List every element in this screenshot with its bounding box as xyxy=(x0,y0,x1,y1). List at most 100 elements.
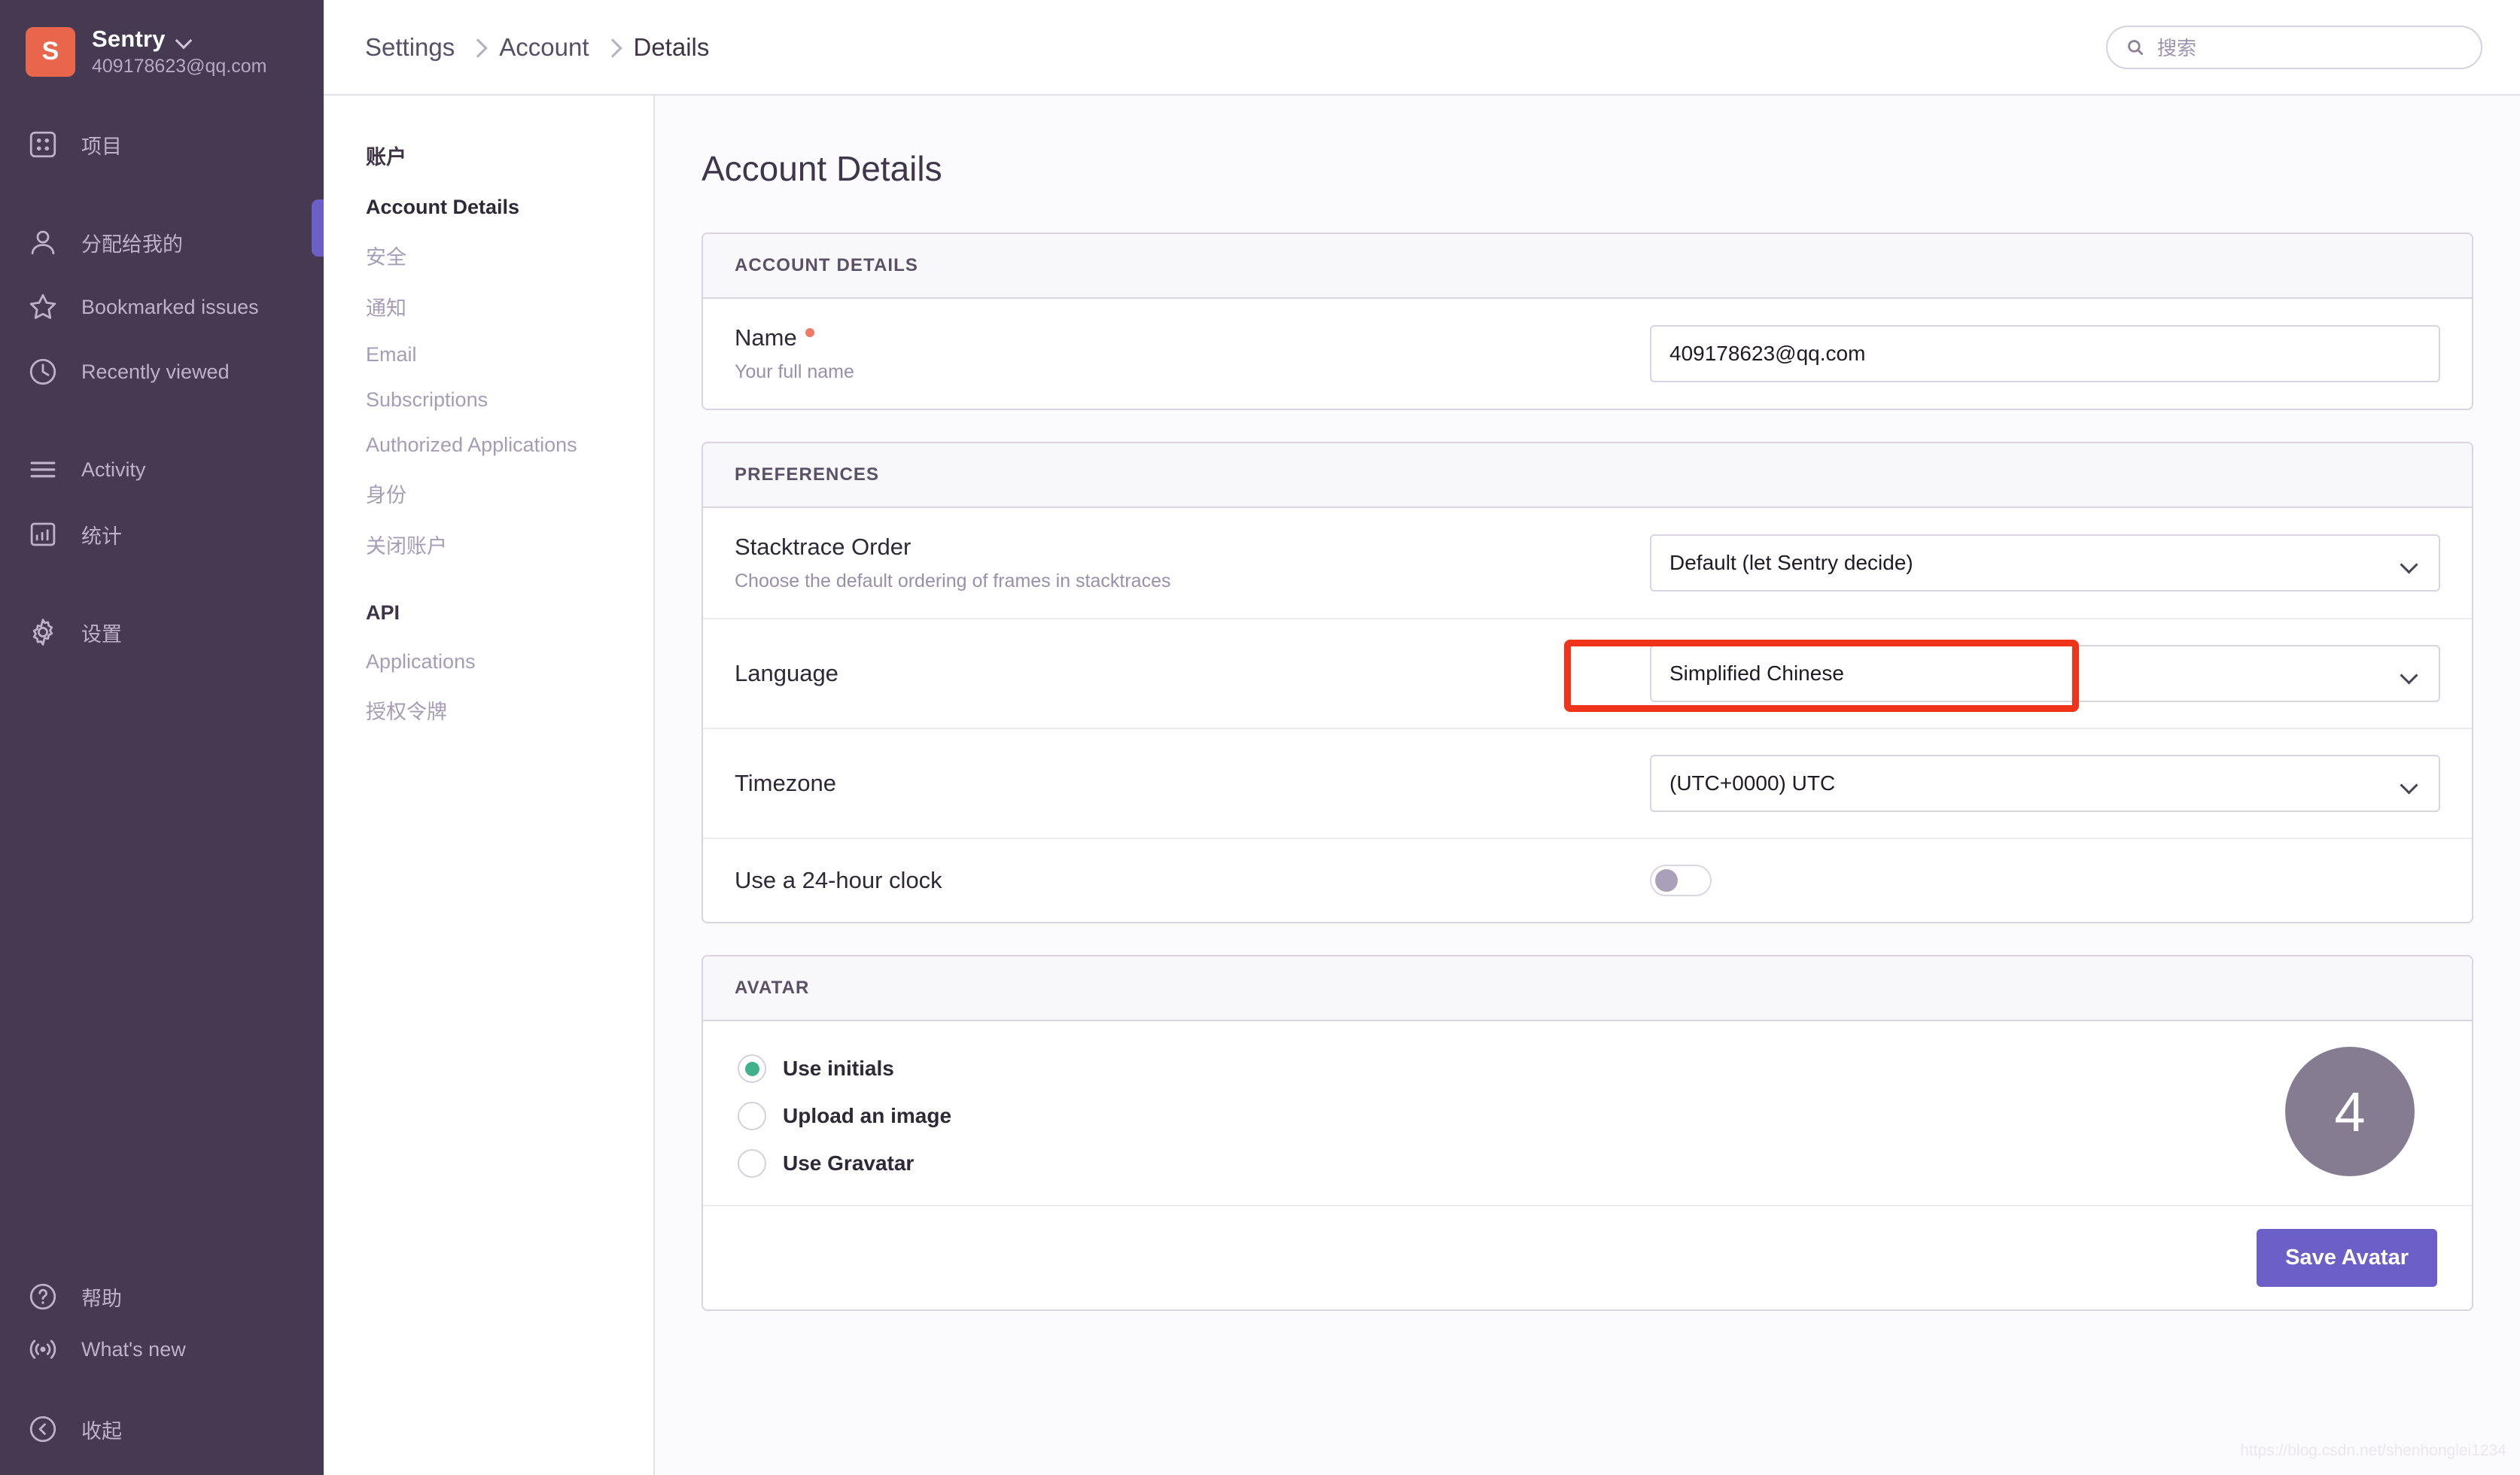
radio-dot xyxy=(744,1061,759,1076)
name-field[interactable]: 409178623@qq.com xyxy=(1650,325,2440,382)
settings-nav-item-applications[interactable]: Applications xyxy=(366,650,653,674)
sidebar-collapse-label: 收起 xyxy=(81,1419,122,1443)
sidebar-item-label: 项目 xyxy=(81,135,122,158)
timezone-row-right: (UTC+0000) UTC xyxy=(1650,755,2440,812)
sidebar-group-bottom: 帮助 What's new 收起 xyxy=(0,1270,324,1475)
radio-icon xyxy=(738,1149,766,1178)
avatar-option-label: Upload an image xyxy=(783,1104,952,1127)
chevron-down-icon xyxy=(2401,779,2418,789)
sidebar-group-issues: 分配给我的 Bookmarked issues Recently viewed xyxy=(0,210,324,404)
chevron-right-icon xyxy=(471,41,482,53)
avatar-option-use-initials[interactable]: Use initials xyxy=(738,1054,951,1083)
avatar-option-upload-an-image[interactable]: Upload an image xyxy=(738,1102,951,1130)
settings-nav-item-email[interactable]: Email xyxy=(366,343,653,366)
sidebar-group-projects: 项目 xyxy=(0,112,324,177)
settings-content: Account Details ACCOUNT DETAILS Name You… xyxy=(655,94,2520,1475)
gear-icon xyxy=(26,615,60,649)
breadcrumb-account[interactable]: Account xyxy=(499,33,589,62)
help-circle-icon xyxy=(26,1279,60,1314)
timezone-value: (UTC+0000) UTC xyxy=(1669,771,1836,795)
stacktrace-order-row: Stacktrace Order Choose the default orde… xyxy=(703,508,2472,619)
timezone-row: Timezone (UTC+0000) UTC xyxy=(703,729,2472,839)
sidebar-group-settings: 设置 xyxy=(0,600,324,665)
star-icon xyxy=(26,290,60,324)
preferences-panel: PREFERENCES Stacktrace Order Choose the … xyxy=(702,442,2473,923)
sidebar-item-help[interactable]: 帮助 xyxy=(0,1270,324,1323)
list-icon xyxy=(26,452,60,487)
settings-nav-heading-api: API xyxy=(366,601,400,624)
avatar-preview: 4 xyxy=(2285,1047,2415,1176)
settings-nav-item-identities[interactable]: 身份 xyxy=(366,479,653,508)
user-icon xyxy=(26,225,60,260)
org-name: Sentry xyxy=(92,26,166,52)
settings-nav-item-auth-tokens[interactable]: 授权令牌 xyxy=(366,695,653,725)
sidebar-item-settings[interactable]: 设置 xyxy=(0,600,324,665)
sidebar-collapse-button[interactable]: 收起 xyxy=(0,1403,324,1455)
avatar-options: Use initials Upload an image Use Gravata… xyxy=(738,1054,951,1178)
settings-nav-item-authorized-applications[interactable]: Authorized Applications xyxy=(366,433,653,457)
sidebar-item-projects[interactable]: 项目 xyxy=(0,112,324,177)
name-row-left: Name Your full name xyxy=(735,324,854,383)
org-name-row[interactable]: Sentry xyxy=(92,26,267,53)
org-email: 409178623@qq.com xyxy=(92,56,267,77)
sidebar-item-whats-new[interactable]: What's new xyxy=(0,1323,324,1376)
sidebar-item-label: What's new xyxy=(81,1337,186,1361)
settings-nav-item-notifications[interactable]: 通知 xyxy=(366,292,653,321)
watermark: https://blog.csdn.net/shenhonglei1234 xyxy=(2240,1442,2506,1459)
chevron-down-icon xyxy=(176,35,193,44)
search-input[interactable]: 搜索 xyxy=(2106,25,2482,69)
sidebar-item-label: 帮助 xyxy=(81,1287,122,1310)
clock-label: Use a 24-hour clock xyxy=(735,867,942,893)
sidebar-item-label: 分配给我的 xyxy=(81,233,183,256)
stacktrace-row-left: Stacktrace Order Choose the default orde… xyxy=(735,534,1170,592)
sidebar-item-stats[interactable]: 统计 xyxy=(0,502,324,567)
breadcrumb-details[interactable]: Details xyxy=(634,33,710,62)
stats-icon xyxy=(26,517,60,552)
settings-sidebar: 账户 Account Details 安全 通知 Email Subscript… xyxy=(324,94,655,1475)
search-placeholder: 搜索 xyxy=(2157,37,2197,59)
stacktrace-help-text: Choose the default ordering of frames in… xyxy=(735,570,1171,592)
24-hour-clock-toggle[interactable] xyxy=(1650,865,1712,896)
avatar-panel: AVATAR Use initials Upload an image Use … xyxy=(702,955,2473,1311)
language-value: Simplified Chinese xyxy=(1669,661,1844,685)
avatar-option-use-gravatar[interactable]: Use Gravatar xyxy=(738,1149,951,1178)
language-select[interactable]: Simplified Chinese xyxy=(1650,645,2440,702)
org-header[interactable]: S Sentry 409178623@qq.com xyxy=(0,0,324,78)
settings-nav-item-security[interactable]: 安全 xyxy=(366,241,653,270)
chevron-down-icon xyxy=(2401,558,2418,568)
stacktrace-order-select[interactable]: Default (let Sentry decide) xyxy=(1650,534,2440,592)
stacktrace-order-value: Default (let Sentry decide) xyxy=(1669,551,1913,574)
name-label: Name xyxy=(735,324,797,351)
sidebar-item-assigned-to-me[interactable]: 分配给我的 xyxy=(0,210,324,275)
sidebar-item-recently-viewed[interactable]: Recently viewed xyxy=(0,339,324,404)
avatar-footer: Save Avatar xyxy=(703,1205,2472,1309)
stacktrace-label: Stacktrace Order xyxy=(735,534,912,560)
settings-nav-heading-account: 账户 xyxy=(366,146,406,169)
page-title: Account Details xyxy=(702,149,942,188)
radio-icon xyxy=(738,1102,766,1130)
chevron-right-icon xyxy=(606,41,617,53)
breadcrumb: Settings Account Details xyxy=(365,33,709,62)
settings-nav-item-subscriptions[interactable]: Subscriptions xyxy=(366,388,653,412)
timezone-row-left: Timezone xyxy=(735,770,836,797)
required-dot-icon xyxy=(805,328,814,337)
settings-nav-item-close-account[interactable]: 关闭账户 xyxy=(366,530,653,559)
settings-nav-item-account-details[interactable]: Account Details xyxy=(366,196,653,219)
topbar: Settings Account Details 搜索 xyxy=(324,0,2520,94)
sidebar-item-label: 统计 xyxy=(81,525,122,548)
sidebar-item-activity[interactable]: Activity xyxy=(0,437,324,502)
primary-sidebar: S Sentry 409178623@qq.com 项目 分配给我的 Bookm… xyxy=(0,0,324,1475)
timezone-label: Timezone xyxy=(735,770,836,796)
sidebar-item-bookmarked-issues[interactable]: Bookmarked issues xyxy=(0,275,324,339)
breadcrumb-settings[interactable]: Settings xyxy=(365,33,455,62)
save-avatar-button[interactable]: Save Avatar xyxy=(2257,1229,2437,1287)
sidebar-item-label: Recently viewed xyxy=(81,360,230,383)
clock-row-right xyxy=(1650,865,2440,896)
timezone-select[interactable]: (UTC+0000) UTC xyxy=(1650,755,2440,812)
app-root: S Sentry 409178623@qq.com 项目 分配给我的 Bookm… xyxy=(0,0,2520,1475)
sidebar-item-label: Bookmarked issues xyxy=(81,295,259,318)
chevron-left-circle-icon xyxy=(26,1412,60,1446)
sidebar-item-label: Activity xyxy=(81,458,146,481)
org-meta: Sentry 409178623@qq.com xyxy=(92,26,267,78)
